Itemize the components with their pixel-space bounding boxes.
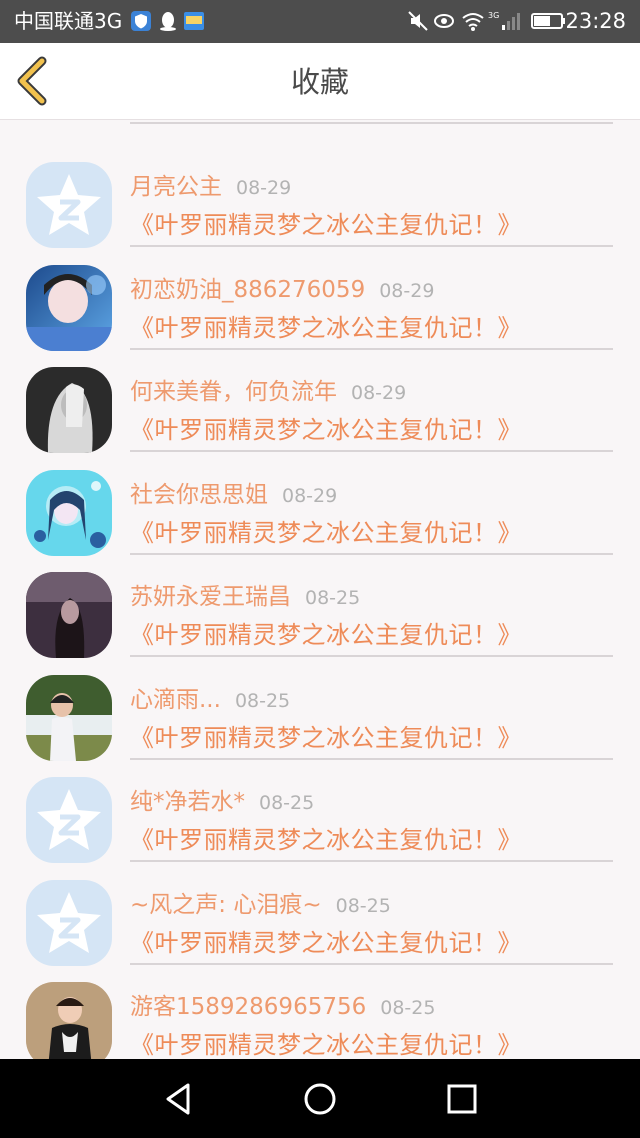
post-title-link[interactable]: 《叶罗丽精灵梦之冰公主复仇记！》 (130, 313, 522, 343)
post-date: 08-29 (351, 382, 407, 404)
item-header: 社会你思思姐 08-29 (130, 480, 337, 512)
item-header: 初恋奶油_886276059 08-29 (130, 275, 434, 307)
clock: 23:28 (565, 9, 626, 33)
list-item[interactable]: 社会你思思姐 08-29 《叶罗丽精灵梦之冰公主复仇记！》 (0, 450, 640, 556)
photo-avatar-warm[interactable] (26, 982, 112, 1059)
photo-avatar-blue[interactable] (26, 264, 112, 351)
post-title-link[interactable]: 《叶罗丽精灵梦之冰公主复仇记！》 (130, 1030, 522, 1059)
list-item[interactable]: 游客1589286965756 08-25 《叶罗丽精灵梦之冰公主复仇记！》 (0, 962, 640, 1059)
list-item[interactable]: 苏妍永爱王瑞昌 08-25 《叶罗丽精灵梦之冰公主复仇记！》 (0, 552, 640, 658)
user-name[interactable]: 纯*净若水* (130, 789, 245, 815)
item-header: 何来美眷，何负流年 08-29 (130, 377, 406, 409)
network-type-label: 3G (488, 11, 499, 20)
triangle-back-icon (166, 1083, 190, 1115)
nav-recents-button[interactable] (442, 1079, 482, 1119)
square-recents-icon (447, 1084, 477, 1114)
user-name[interactable]: 游客1589286965756 (130, 994, 366, 1020)
user-name[interactable]: 心滴雨... (130, 687, 221, 713)
post-date: 08-25 (259, 792, 315, 814)
item-header: 纯*净若水* 08-25 (130, 787, 314, 819)
carrier-label: 中国联通3G (14, 9, 123, 33)
photo-avatar-green[interactable] (26, 674, 112, 761)
post-title-link[interactable]: 《叶罗丽精灵梦之冰公主复仇记！》 (130, 825, 522, 855)
item-header: 月亮公主 08-29 (130, 172, 291, 204)
nav-back-button[interactable] (158, 1079, 198, 1119)
photo-avatar-gray[interactable] (26, 367, 112, 453)
item-header: 游客1589286965756 08-25 (130, 992, 435, 1024)
nav-home-button[interactable] (300, 1079, 340, 1119)
default-qzone-avatar[interactable] (26, 162, 112, 248)
post-date: 08-29 (282, 484, 338, 507)
list-item[interactable]: 初恋奶油_886276059 08-29 《叶罗丽精灵梦之冰公主复仇记！》 (0, 245, 640, 351)
mute-icon (407, 10, 429, 32)
user-name[interactable]: ~风之声: 心泪痕~ (130, 892, 322, 918)
post-date: 08-25 (335, 894, 391, 917)
post-title-link[interactable]: 《叶罗丽精灵梦之冰公主复仇记！》 (130, 415, 522, 445)
circle-home-icon (304, 1083, 336, 1115)
post-title-link[interactable]: 《叶罗丽精灵梦之冰公主复仇记！》 (130, 210, 522, 240)
qq-penguin-icon (157, 10, 179, 32)
post-date: 08-25 (234, 689, 291, 712)
list-item[interactable]: 纯*净若水* 08-25 《叶罗丽精灵梦之冰公主复仇记！》 (0, 757, 640, 863)
wifi-icon (461, 10, 484, 32)
app-header: 收藏 (0, 43, 640, 120)
navigation-bar (0, 1059, 640, 1138)
post-title-link[interactable]: 《叶罗丽精灵梦之冰公主复仇记！》 (130, 723, 522, 753)
eye-comfort-icon (433, 10, 455, 32)
post-date: 08-29 (236, 177, 292, 199)
list-item[interactable]: 心滴雨... 08-25 《叶罗丽精灵梦之冰公主复仇记！》 (0, 655, 640, 761)
post-title-link[interactable]: 《叶罗丽精灵梦之冰公主复仇记！》 (130, 620, 522, 650)
post-title-link[interactable]: 《叶罗丽精灵梦之冰公主复仇记！》 (130, 518, 522, 548)
post-date: 08-25 (305, 587, 361, 609)
cell-signal-icon: 3G (488, 10, 522, 32)
favorites-list[interactable]: 月亮公主 08-29 《叶罗丽精灵梦之冰公主复仇记！》 初恋奶油_886276059 0… (0, 121, 640, 1059)
status-bar: 中国联通3G 3G 23:28 (0, 0, 640, 43)
user-name[interactable]: 月亮公主 (130, 174, 222, 200)
divider (130, 121, 613, 124)
page-title: 收藏 (290, 65, 349, 99)
user-name[interactable]: 苏妍永爱王瑞昌 (130, 584, 291, 610)
post-date: 08-25 (380, 997, 436, 1019)
photo-avatar-purple[interactable] (26, 572, 112, 658)
item-header: 心滴雨... 08-25 (130, 685, 290, 717)
default-qzone-avatar[interactable] (26, 879, 112, 966)
default-qzone-avatar[interactable] (26, 777, 112, 863)
user-name[interactable]: 初恋奶油_886276059 (130, 277, 365, 303)
user-name[interactable]: 社会你思思姐 (130, 482, 268, 508)
photo-avatar-cyan[interactable] (26, 469, 112, 556)
battery-icon (531, 10, 567, 32)
shield-icon (130, 10, 152, 32)
app-notification-icon (183, 10, 205, 32)
list-item[interactable]: 何来美眷，何负流年 08-29 《叶罗丽精灵梦之冰公主复仇记！》 (0, 347, 640, 453)
item-header: 苏妍永爱王瑞昌 08-25 (130, 582, 360, 614)
item-header: ~风之声: 心泪痕~ 08-25 (130, 890, 391, 922)
list-item[interactable]: ~风之声: 心泪痕~ 08-25 《叶罗丽精灵梦之冰公主复仇记！》 (0, 860, 640, 966)
user-name[interactable]: 何来美眷，何负流年 (130, 379, 337, 405)
list-item[interactable]: 月亮公主 08-29 《叶罗丽精灵梦之冰公主复仇记！》 (0, 142, 640, 248)
post-title-link[interactable]: 《叶罗丽精灵梦之冰公主复仇记！》 (130, 928, 522, 958)
post-date: 08-29 (379, 279, 435, 302)
